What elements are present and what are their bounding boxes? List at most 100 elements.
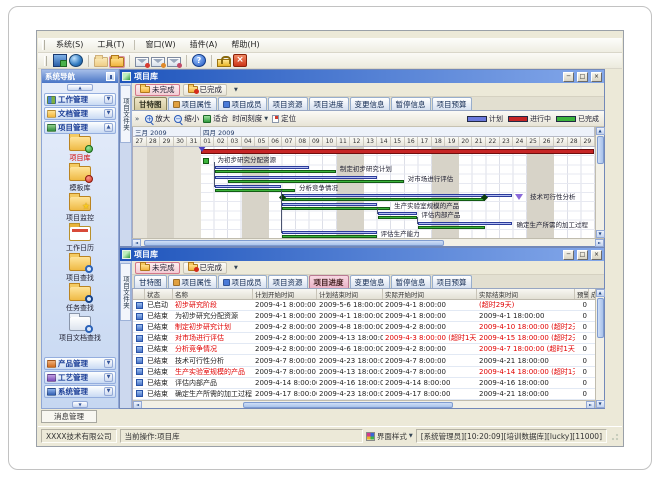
- table-row[interactable]: 已结束制定初步研究计划2009-4-2 8:00:002009-4-8 18:0…: [133, 322, 595, 333]
- help-icon[interactable]: ?: [192, 54, 206, 67]
- tab-message-management[interactable]: 消息管理: [41, 410, 97, 423]
- sidebar-item-task-search[interactable]: 任务查找: [66, 286, 94, 313]
- table-row[interactable]: 已结束技术可行性分析2009-4-7 8:00:002009-4-23 18:0…: [133, 355, 595, 366]
- collapse-up-icon[interactable]: ▲: [67, 84, 93, 91]
- table-row[interactable]: 已结束对市场进行评估2009-4-2 8:00:002009-4-13 18:0…: [133, 333, 595, 344]
- sidebar-item-project-doc-search[interactable]: 项目文档查找: [59, 316, 101, 343]
- table-hscroll-thumb[interactable]: [243, 402, 453, 408]
- maximize-icon[interactable]: □: [577, 250, 588, 260]
- locate-button[interactable]: 定位: [272, 113, 296, 124]
- zoom-out-button[interactable]: −缩小: [174, 113, 199, 124]
- tab-attributes[interactable]: 项目属性: [168, 97, 217, 110]
- gantt-bar[interactable]: [215, 185, 282, 188]
- chevron-down-icon[interactable]: ▼: [104, 359, 113, 368]
- open-folder-icon[interactable]: [110, 57, 124, 67]
- tab-gantt[interactable]: 甘特图: [134, 97, 167, 110]
- message-icon-2[interactable]: [151, 57, 165, 67]
- maximize-icon[interactable]: □: [577, 72, 588, 82]
- scroll-up-icon[interactable]: ▲: [596, 289, 605, 297]
- tab-pauses[interactable]: 暂停信息: [391, 275, 431, 288]
- gantt-hscrollbar[interactable]: ◄ ►: [132, 238, 604, 246]
- column-header-3[interactable]: 计划结束时间: [317, 289, 383, 299]
- pin-icon[interactable]: [106, 72, 115, 81]
- tab-members[interactable]: 项目成员: [218, 275, 267, 288]
- menu-item-tools[interactable]: 工具(T): [90, 38, 131, 52]
- sidebar-more-chevron-down-icon[interactable]: ▼: [72, 401, 88, 408]
- menu-item-plugins[interactable]: 插件(A): [183, 38, 225, 52]
- sidebar-group-system-admin[interactable]: 系统管理▼: [44, 385, 116, 398]
- scroll-right-icon[interactable]: ►: [586, 401, 595, 409]
- exit-icon[interactable]: [233, 54, 247, 67]
- scroll-up-icon[interactable]: ▲: [596, 127, 605, 135]
- gantt-bar[interactable]: [282, 203, 376, 206]
- chevron-down-icon[interactable]: ▼: [104, 95, 113, 104]
- chevron-down-icon[interactable]: ▼: [104, 109, 113, 118]
- filter-finished-button[interactable]: 已完成: [183, 262, 228, 274]
- progress-panel-titlebar[interactable]: 项目库 ─ □ ×: [120, 248, 604, 261]
- table-vscrollbar[interactable]: ▲ ▼: [595, 289, 604, 408]
- progress-folder-tab[interactable]: 项目文件夹: [120, 263, 131, 321]
- message-icon-1[interactable]: [135, 57, 149, 67]
- tab-changes[interactable]: 变更信息: [350, 275, 390, 288]
- sidebar-group-projects[interactable]: 项目管理▲: [44, 121, 116, 134]
- gantt-bar[interactable]: [378, 216, 418, 219]
- table-row[interactable]: 已结束生产实验室规模的产品2009-4-7 8:00:002009-4-13 1…: [133, 367, 595, 378]
- tab-progress[interactable]: 项目进度: [309, 97, 349, 110]
- lock-icon[interactable]: [217, 59, 231, 67]
- tab-members[interactable]: 项目成员: [218, 97, 267, 110]
- scroll-left-icon[interactable]: ◄: [133, 401, 142, 409]
- tab-resources[interactable]: 项目资源: [268, 275, 308, 288]
- chevron-down-icon[interactable]: ▼: [234, 265, 238, 271]
- column-header-1[interactable]: 名称: [173, 289, 253, 299]
- gantt-bar[interactable]: [228, 180, 404, 183]
- gantt-panel-titlebar[interactable]: 项目库 ─ □ ×: [120, 70, 604, 83]
- menu-item-system[interactable]: 系统(S): [49, 38, 90, 52]
- scroll-down-icon[interactable]: ▼: [596, 400, 605, 408]
- sidebar-group-documents[interactable]: 文档管理▼: [44, 107, 116, 120]
- resize-grip[interactable]: [610, 432, 619, 441]
- minimize-icon[interactable]: ─: [563, 72, 574, 82]
- zoom-in-button[interactable]: +放大: [145, 113, 170, 124]
- fit-button[interactable]: 适合: [203, 113, 228, 124]
- tab-resources[interactable]: 项目资源: [268, 97, 308, 110]
- gantt-bar[interactable]: [215, 170, 336, 173]
- column-header-2[interactable]: 计划开始时间: [253, 289, 317, 299]
- menu-item-help[interactable]: 帮助(H): [224, 38, 266, 52]
- sidebar-group-work[interactable]: 工作管理▼: [44, 93, 116, 106]
- sidebar-item-work-calendar[interactable]: 工作日历: [66, 226, 94, 253]
- gantt-hscroll-thumb[interactable]: [144, 240, 444, 246]
- time-scale-button[interactable]: 时间刻度▼: [232, 113, 268, 124]
- gantt-vscrollbar[interactable]: ▲ ▼: [595, 127, 604, 238]
- desktop-icon[interactable]: [53, 54, 67, 67]
- column-header-6[interactable]: 预警: [575, 289, 589, 299]
- tab-progress[interactable]: 项目进度: [309, 275, 349, 288]
- tab-pauses[interactable]: 暂停信息: [391, 97, 431, 110]
- message-icon-3[interactable]: [167, 57, 181, 67]
- tab-budget[interactable]: 项目预算: [432, 275, 472, 288]
- filter-finished-button[interactable]: 已完成: [183, 84, 228, 96]
- toolbar-overflow-icon[interactable]: »: [135, 115, 139, 123]
- scroll-down-icon[interactable]: ▼: [596, 230, 605, 238]
- gantt-bar[interactable]: [201, 149, 594, 154]
- gantt-bar[interactable]: [418, 222, 512, 225]
- gantt-folder-tab[interactable]: 项目文件夹: [120, 85, 131, 143]
- table-row[interactable]: 已结束评估内部产品2009-4-14 8:00:002009-4-16 18:0…: [133, 378, 595, 389]
- tab-budget[interactable]: 项目预算: [432, 97, 472, 110]
- gantt-bar[interactable]: [418, 226, 485, 229]
- toolbar-grip[interactable]: [44, 56, 47, 66]
- sidebar-item-project-search[interactable]: 项目查找: [66, 256, 94, 283]
- column-header-5[interactable]: 实际结束时间: [477, 289, 575, 299]
- column-header-4[interactable]: 实际开始时间: [383, 289, 477, 299]
- gantt-bar[interactable]: [378, 212, 418, 215]
- filter-unfinished-button[interactable]: 未完成: [135, 262, 180, 274]
- gantt-bar[interactable]: [215, 166, 309, 169]
- gantt-bar[interactable]: [282, 194, 512, 197]
- table-row[interactable]: 已结束确定生产所需的加工过程2009-4-17 8:00:002009-4-23…: [133, 389, 595, 400]
- gantt-bar[interactable]: [215, 176, 377, 179]
- scroll-right-icon[interactable]: ►: [595, 239, 604, 247]
- sidebar-group-products[interactable]: 产品管理▼: [44, 357, 116, 370]
- tab-changes[interactable]: 变更信息: [350, 97, 390, 110]
- sidebar-item-project-library[interactable]: 项目库: [69, 136, 91, 163]
- menu-item-window[interactable]: 窗口(W): [138, 38, 182, 52]
- close-icon[interactable]: ×: [591, 72, 602, 82]
